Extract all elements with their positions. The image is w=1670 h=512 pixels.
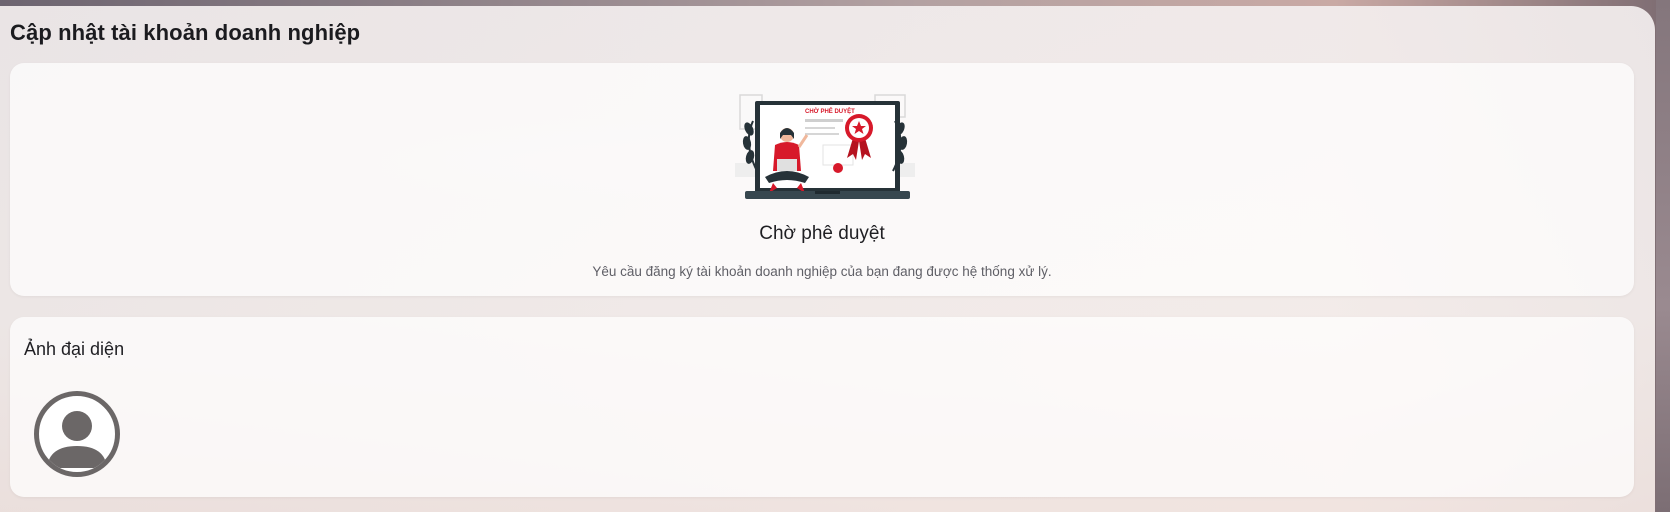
pending-approval-illustration: CHỜ PHÊ DUYỆT — [735, 94, 915, 199]
status-title: Chờ phê duyệt — [759, 223, 885, 244]
status-description: Yêu cầu đăng ký tài khoản doanh nghiệp c… — [592, 264, 1052, 279]
page-title: Cập nhật tài khoản doanh nghiệp — [10, 20, 361, 45]
approval-status-card: CHỜ PHÊ DUYỆT Chờ phê duyệt Yêu cầu đăng… — [10, 63, 1634, 296]
illustration-label: CHỜ PHÊ DUYỆT — [805, 107, 855, 115]
avatar-section-title: Ảnh đại diện — [24, 339, 125, 359]
avatar-card: Ảnh đại diện — [10, 317, 1634, 497]
avatar-upload[interactable] — [34, 391, 120, 477]
main-panel: Cập nhật tài khoản doanh nghiệp CHỜ PHÊ … — [0, 6, 1655, 512]
window-edge — [1656, 0, 1670, 512]
user-placeholder-icon — [47, 411, 107, 468]
